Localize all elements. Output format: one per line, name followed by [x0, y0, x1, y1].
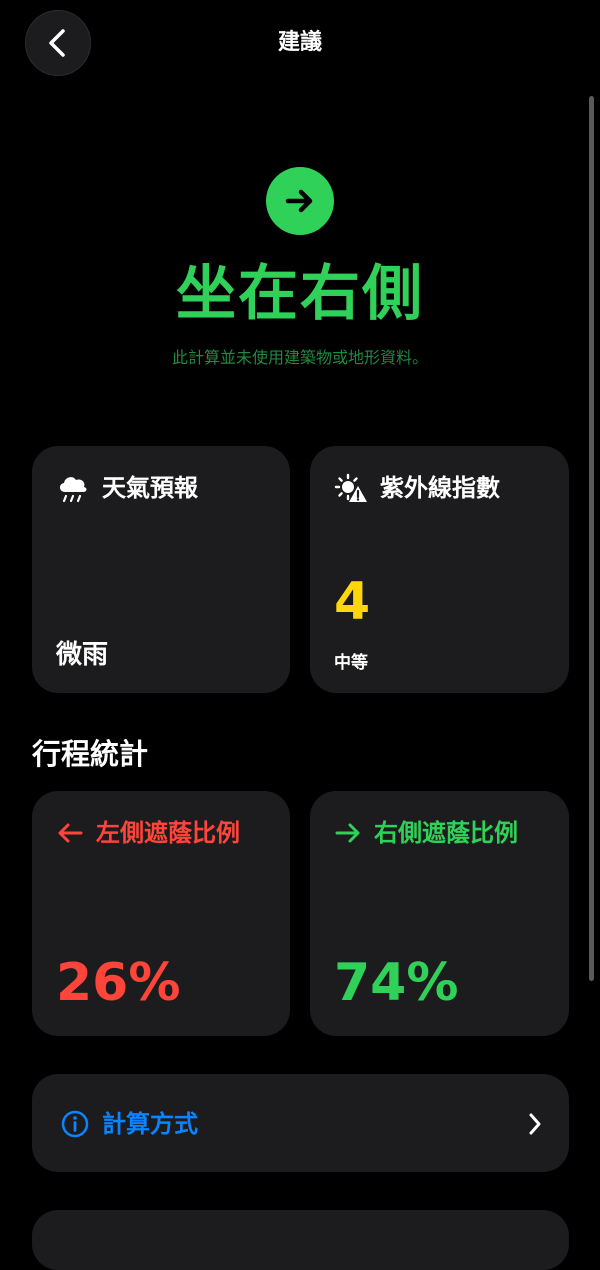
cloud-rain-icon [59, 477, 87, 503]
right-shade-header: 右側遮蔭比例 [334, 817, 518, 849]
uv-index-value: 4 [334, 572, 371, 632]
right-shade-percent: 74% [334, 953, 459, 1013]
arrow-right-icon [335, 823, 360, 843]
page-title: 建議 [277, 30, 322, 55]
arrow-left-icon [58, 823, 83, 843]
recommendation-note: 此計算並未使用建築物或地形資料。 [171, 348, 428, 367]
chevron-right-icon [529, 1113, 541, 1135]
right-shade-label: 右側遮蔭比例 [374, 819, 518, 847]
weather-label: 天氣預報 [102, 474, 198, 502]
right-shade-card: 右側遮蔭比例 74% [310, 791, 569, 1036]
left-shade-label: 左側遮蔭比例 [96, 819, 240, 847]
trip-stats-title: 行程統計 [32, 737, 149, 771]
recommendation-title: 坐在右側 [176, 259, 424, 329]
sun-warning-icon [334, 473, 367, 502]
left-shade-header: 左側遮蔭比例 [56, 817, 240, 849]
scrollbar[interactable] [589, 96, 594, 981]
weather-card: 天氣預報 微雨 [32, 446, 290, 693]
uv-label: 紫外線指數 [380, 474, 500, 502]
left-shade-card: 左側遮蔭比例 26% [32, 791, 290, 1036]
next-card [32, 1210, 569, 1270]
calculation-method-row[interactable]: 計算方式 [32, 1074, 569, 1172]
weather-value: 微雨 [56, 640, 109, 670]
weather-card-header: 天氣預報 [56, 472, 198, 504]
arrow-right-circle-icon [266, 167, 334, 235]
uv-card-header: 紫外線指數 [334, 472, 500, 504]
uv-level: 中等 [334, 653, 368, 673]
calculation-method-label: 計算方式 [102, 1110, 198, 1138]
info-circle-icon [61, 1110, 89, 1138]
left-shade-percent: 26% [56, 953, 181, 1013]
